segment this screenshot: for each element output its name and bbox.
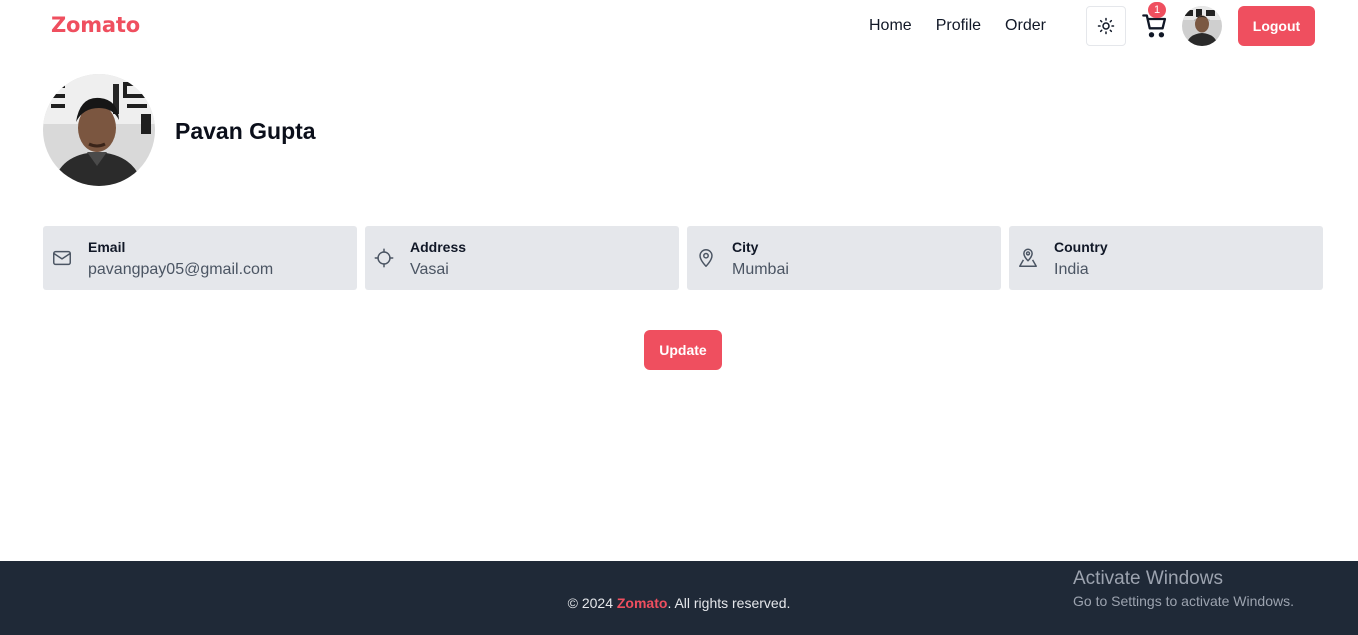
profile-info-cards: Email pavangpay05@gmail.com Address Vasa…: [43, 226, 1323, 290]
footer-suffix: . All rights reserved.: [667, 595, 791, 611]
profile-avatar: [43, 74, 155, 186]
update-button[interactable]: Update: [644, 330, 722, 370]
profile-name: Pavan Gupta: [175, 118, 316, 144]
footer-prefix: © 2024: [567, 595, 617, 611]
email-card: Email pavangpay05@gmail.com: [43, 226, 357, 290]
nav-home-link[interactable]: Home: [869, 17, 912, 35]
nav-links: Home Profile Order: [869, 17, 1046, 35]
city-value: Mumbai: [732, 261, 789, 278]
city-label: City: [732, 239, 759, 255]
cart-count-badge: 1: [1148, 2, 1166, 18]
address-card: Address Vasai: [365, 226, 679, 290]
navbar: Zomato Home Profile Order 1 Logout: [0, 0, 1358, 54]
email-value: pavangpay05@gmail.com: [88, 261, 274, 278]
country-value: India: [1054, 261, 1089, 278]
address-label: Address: [410, 239, 467, 255]
map-marker-icon: [1019, 248, 1037, 267]
watermark-subtitle: Go to Settings to activate Windows.: [1073, 593, 1294, 609]
footer-brand: Zomato: [616, 595, 668, 611]
brand-logo[interactable]: Zomato: [51, 13, 140, 37]
country-card: Country India: [1009, 226, 1323, 290]
city-card: City Mumbai: [687, 226, 1001, 290]
nav-order-link[interactable]: Order: [1005, 17, 1046, 35]
windows-activation-watermark: Activate Windows Go to Settings to activ…: [1073, 568, 1294, 609]
logout-button[interactable]: Logout: [1238, 6, 1315, 46]
nav-profile-link[interactable]: Profile: [936, 17, 981, 35]
address-value: Vasai: [410, 261, 449, 278]
sun-icon: [1097, 17, 1115, 35]
theme-toggle-button[interactable]: [1086, 6, 1126, 46]
email-label: Email: [88, 239, 126, 255]
crosshair-icon: [374, 248, 394, 268]
watermark-title: Activate Windows: [1073, 568, 1223, 589]
map-pin-icon: [699, 249, 713, 267]
user-avatar[interactable]: [1182, 6, 1222, 46]
mail-icon: [53, 250, 71, 266]
country-label: Country: [1054, 239, 1108, 255]
